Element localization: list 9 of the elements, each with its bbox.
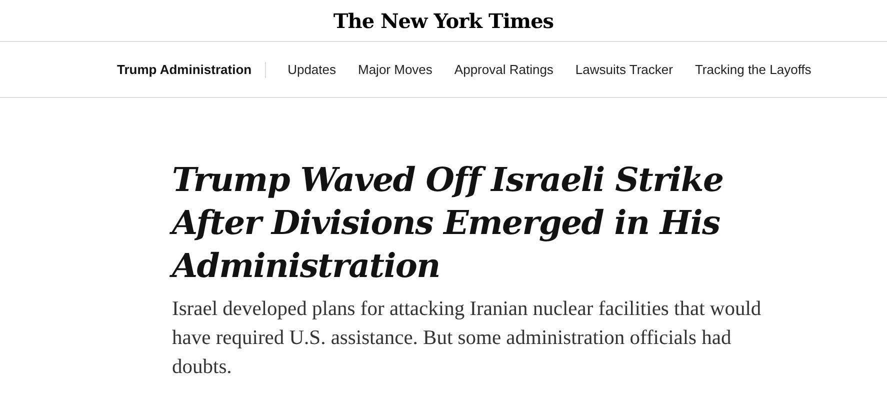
nav-link[interactable]: Approval Ratings bbox=[454, 62, 554, 77]
article-summary: Israel developed plans for attacking Iranian nuclear facilities that would have required U.S. assistance. But some administration officials had doubts. bbox=[172, 297, 762, 380]
section-link[interactable]: Trump Administration bbox=[117, 62, 252, 77]
headline: Trump Waved Off Israeli Strike After Divisions Emerged in His Administration bbox=[172, 158, 772, 287]
newspaper-logo[interactable]: The New York Times bbox=[333, 8, 554, 32]
nav-link[interactable]: Updates bbox=[288, 62, 336, 77]
nav-link[interactable]: Lawsuits Tracker bbox=[575, 62, 673, 77]
nav-link[interactable]: Major Moves bbox=[358, 62, 432, 77]
nav-link[interactable]: Tracking the Layoffs bbox=[694, 62, 812, 77]
